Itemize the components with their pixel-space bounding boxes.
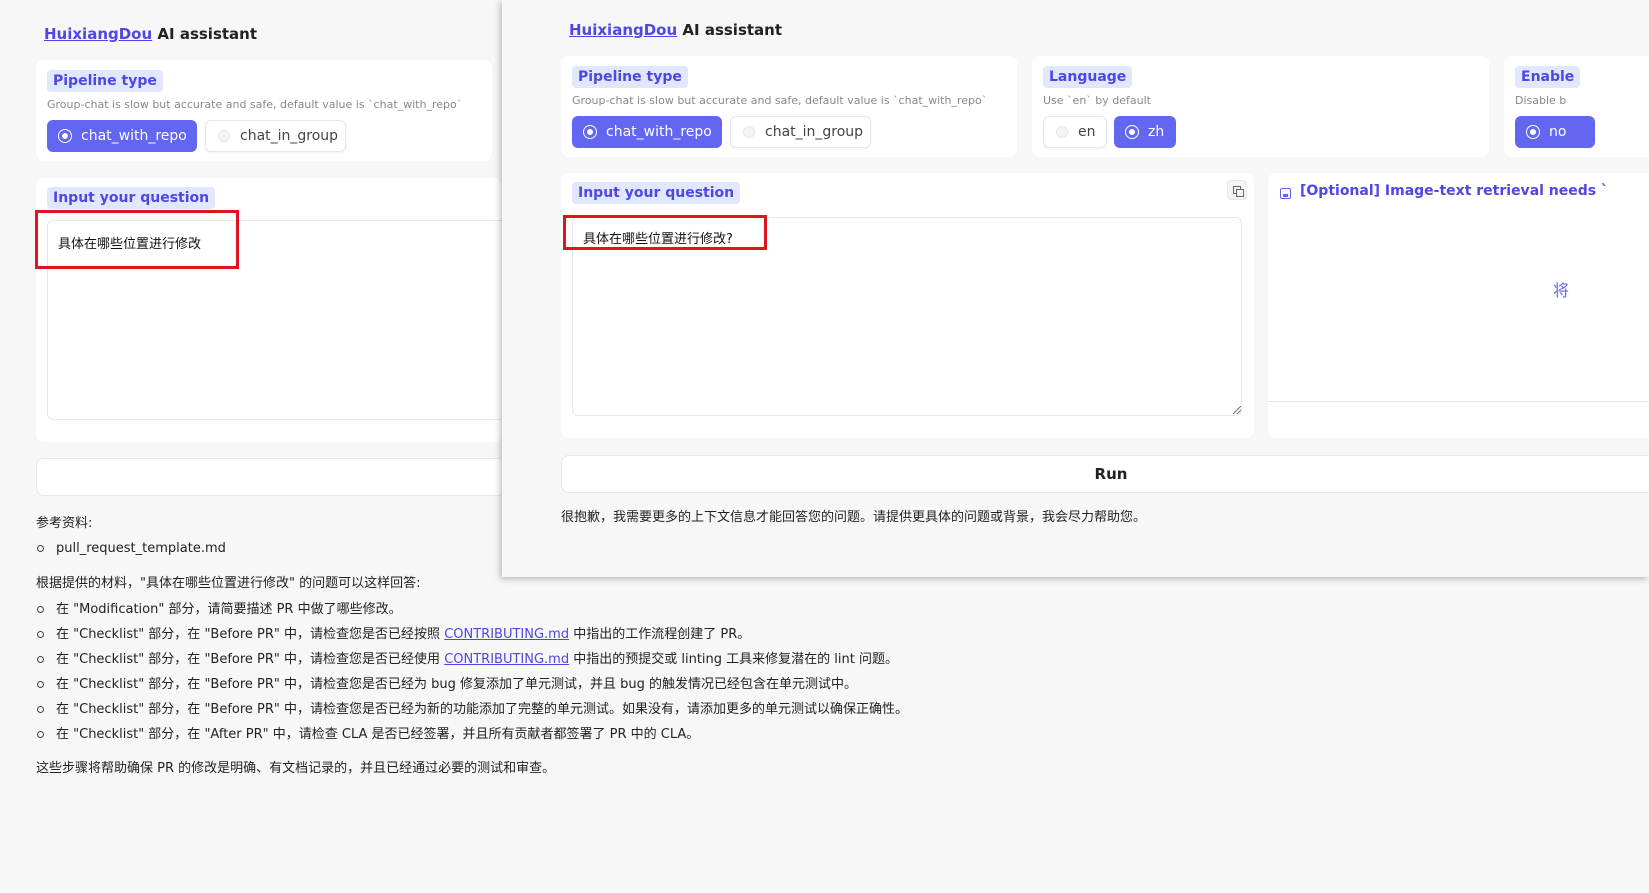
front-image-dropzone[interactable]: 将 — [1268, 209, 1649, 402]
answer-item: 在 "Checklist" 部分，在 "Before PR" 中，请检查您是否已… — [36, 647, 936, 672]
radio-dot-icon — [1056, 126, 1068, 138]
radio-label: chat_in_group — [240, 128, 339, 144]
back-pipeline-info: Group-chat is slow but accurate and safe… — [47, 98, 463, 111]
answer-item: 在 "Checklist" 部分，在 "After PR" 中，请检查 CLA … — [36, 722, 936, 747]
back-pipeline-label: Pipeline type — [47, 70, 163, 92]
front-language-info: Use `en` by default — [1043, 94, 1151, 107]
radio-dot-icon — [1527, 126, 1539, 138]
back-app-title: HuixiangDou AI assistant — [44, 25, 257, 43]
contributing-link[interactable]: CONTRIBUTING.md — [444, 627, 569, 642]
front-radio-en[interactable]: en — [1043, 116, 1107, 148]
radio-dot-icon — [59, 130, 71, 142]
resize-handle-icon[interactable] — [1233, 406, 1241, 414]
radio-dot-icon — [218, 130, 230, 142]
front-window: HuixiangDou AI assistant Pipeline type G… — [502, 0, 1649, 577]
back-radio-chat-with-repo[interactable]: chat_with_repo — [47, 120, 197, 152]
front-pipeline-info: Group-chat is slow but accurate and safe… — [572, 94, 988, 107]
back-huixiangdou-link[interactable]: HuixiangDou — [44, 25, 152, 43]
front-pipeline-card: Pipeline type Group-chat is slow but acc… — [561, 56, 1017, 157]
radio-label: chat_with_repo — [606, 124, 712, 140]
answer-item: 在 "Checklist" 部分，在 "Before PR" 中，请检查您是否已… — [36, 697, 936, 722]
front-app-title: HuixiangDou AI assistant — [569, 21, 782, 39]
front-question-card: Input your question 具体在哪些位置进行修改? — [561, 173, 1254, 438]
front-highlight-box — [563, 215, 767, 250]
radio-dot-icon — [1126, 126, 1138, 138]
front-enable-card: Enable Disable b no — [1504, 56, 1649, 157]
back-title-text: AI assistant — [157, 25, 258, 43]
front-enable-label: Enable — [1515, 66, 1581, 88]
front-radio-chat-with-repo[interactable]: chat_with_repo — [572, 116, 722, 148]
back-run-bar[interactable] — [36, 458, 506, 496]
radio-label: chat_with_repo — [81, 128, 187, 144]
back-question-label: Input your question — [47, 187, 216, 209]
contributing-link[interactable]: CONTRIBUTING.md — [444, 652, 569, 667]
radio-dot-icon — [584, 126, 596, 138]
answer-item: 在 "Modification" 部分，请简要描述 PR 中做了哪些修改。 — [36, 597, 936, 622]
front-run-button[interactable]: Run — [561, 455, 1649, 493]
answer-conclusion: 这些步骤将帮助确保 PR 的修改是明确、有文档记录的，并且已经通过必要的测试和审… — [36, 761, 556, 776]
front-radio-zh[interactable]: zh — [1114, 116, 1176, 148]
radio-dot-icon — [743, 126, 755, 138]
front-enable-info: Disable b — [1515, 94, 1567, 107]
front-huixiangdou-link[interactable]: HuixiangDou — [569, 21, 677, 39]
answer-item: 在 "Checklist" 部分，在 "Before PR" 中，请检查您是否已… — [36, 622, 936, 647]
radio-label: zh — [1148, 124, 1165, 140]
front-language-label: Language — [1043, 66, 1133, 88]
front-image-card: [Optional] Image-text retrieval needs ` … — [1268, 173, 1649, 438]
image-icon — [1280, 188, 1291, 199]
front-question-label: Input your question — [572, 182, 741, 204]
front-language-card: Language Use `en` by default en zh — [1032, 56, 1489, 157]
back-radio-chat-in-group[interactable]: chat_in_group — [205, 120, 346, 152]
front-radio-no[interactable]: no — [1515, 116, 1595, 148]
front-answer-output: 很抱歉，我需要更多的上下文信息才能回答您的问题。请提供更具体的问题或背景，我会尽… — [561, 510, 1147, 525]
front-radio-chat-in-group[interactable]: chat_in_group — [730, 116, 871, 148]
copy-icon[interactable] — [1227, 180, 1247, 200]
run-label: Run — [1094, 465, 1128, 483]
front-pipeline-label: Pipeline type — [572, 66, 688, 88]
answer-item: 在 "Checklist" 部分，在 "Before PR" 中，请检查您是否已… — [36, 672, 936, 697]
back-pipeline-card: Pipeline type Group-chat is slow but acc… — [36, 60, 492, 161]
front-title-text: AI assistant — [682, 21, 783, 39]
front-image-label: [Optional] Image-text retrieval needs ` — [1300, 183, 1608, 199]
radio-label: no — [1549, 124, 1567, 140]
radio-label: chat_in_group — [765, 124, 864, 140]
back-highlight-box — [35, 210, 239, 269]
radio-label: en — [1078, 124, 1096, 140]
dropzone-text: 将 — [1553, 281, 1570, 300]
